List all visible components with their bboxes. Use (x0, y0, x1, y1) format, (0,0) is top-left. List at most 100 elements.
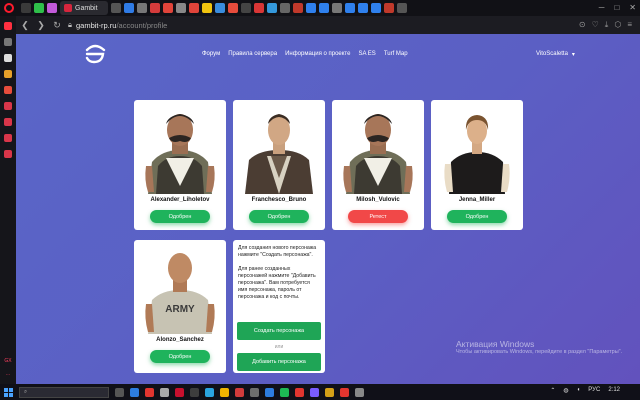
tab-favicon[interactable] (371, 3, 381, 13)
tab-favicon[interactable] (111, 3, 121, 13)
volume-icon[interactable]: ◖ (577, 387, 581, 394)
page-content: Форум Правила сервера Информация о проек… (16, 34, 640, 384)
tab-favicon[interactable] (358, 3, 368, 13)
tab-favicon[interactable] (124, 3, 134, 13)
tab-favicon[interactable] (163, 3, 173, 13)
tab-favicon[interactable] (319, 3, 329, 13)
opera-menu-icon[interactable] (4, 3, 14, 13)
tab-favicon[interactable] (306, 3, 316, 13)
extensions-icon[interactable]: ⬡ (614, 20, 621, 30)
tab-favicon[interactable] (215, 3, 225, 13)
nav-turf-map[interactable]: Turf Map (384, 51, 408, 57)
character-portrait (444, 115, 510, 194)
taskbar-app-icon[interactable] (145, 387, 154, 397)
character-portrait (343, 114, 413, 194)
tab-favicon[interactable] (280, 3, 290, 13)
status-approved-button[interactable]: Одобрен (249, 210, 309, 223)
tab-active[interactable]: Gambit (60, 1, 108, 15)
taskbar-app-icon[interactable] (130, 387, 139, 397)
taskbar-app-icon[interactable] (280, 387, 289, 397)
create-hint: Для создания нового персонажа нажмите "С… (238, 245, 317, 258)
taskbar-app-icon[interactable] (310, 387, 319, 397)
browser-tab-strip: Gambit ─ □ ✕ (0, 0, 640, 16)
nav-project-info[interactable]: Информация о проекте (285, 51, 350, 57)
tab-favicon[interactable] (150, 3, 160, 13)
site-logo-icon[interactable] (84, 44, 106, 64)
tab-favicon[interactable] (254, 3, 264, 13)
more-icon[interactable]: ··· (6, 372, 11, 378)
status-retest-button[interactable]: Ретест (348, 210, 408, 223)
tray-chevron-icon[interactable]: ⌃ (550, 387, 555, 394)
tab-favicon[interactable] (176, 3, 186, 13)
taskbar-app-icon[interactable] (190, 387, 199, 397)
snapshot-icon[interactable]: ⊙ (579, 20, 586, 30)
reload-icon[interactable]: ↻ (52, 20, 62, 31)
taskbar-app-icon[interactable] (220, 387, 229, 397)
tab-favicon[interactable] (228, 3, 238, 13)
taskbar-app-icon[interactable] (205, 387, 214, 397)
sidebar-item-icon[interactable] (4, 86, 12, 94)
sidebar-item-icon[interactable] (4, 54, 12, 62)
user-menu[interactable]: VitoScaletta ▾ (536, 51, 575, 58)
nav-server-rules[interactable]: Правила сервера (228, 51, 277, 57)
sidebar-item-icon[interactable] (4, 102, 12, 110)
taskbar-app-icon[interactable] (175, 387, 184, 397)
tab-favicon[interactable] (293, 3, 303, 13)
status-approved-button[interactable]: Одобрен (447, 210, 507, 223)
task-view-icon[interactable] (115, 387, 124, 397)
taskbar-app-icon[interactable] (250, 387, 259, 397)
tab-favicon[interactable] (47, 3, 57, 13)
back-icon[interactable]: ❮ (20, 20, 30, 31)
tab-favicon[interactable] (241, 3, 251, 13)
taskbar-app-icon[interactable] (235, 387, 244, 397)
control-panel-icon[interactable] (4, 22, 12, 30)
tab-favicon[interactable] (34, 3, 44, 13)
or-divider: или (274, 344, 284, 350)
sidebar-item-icon[interactable] (4, 70, 12, 78)
bookmark-icon[interactable]: ♡ (592, 20, 599, 30)
url-field[interactable]: 🔒︎ gambit-rp.ru/account/profile (68, 20, 573, 30)
tab-favicon[interactable] (137, 3, 147, 13)
windows-start-icon[interactable] (4, 387, 13, 397)
network-icon[interactable]: ◍ (563, 387, 568, 394)
close-icon[interactable]: ✕ (629, 3, 636, 12)
status-approved-button[interactable]: Одобрен (150, 350, 210, 363)
clock[interactable]: 2:12 (608, 387, 620, 394)
nav-forum[interactable]: Форум (202, 51, 220, 57)
downloads-icon[interactable]: ⤓ (605, 20, 609, 30)
taskbar-search[interactable]: ⌕ (19, 386, 109, 398)
minimize-icon[interactable]: ─ (599, 3, 605, 12)
status-approved-button[interactable]: Одобрен (150, 210, 210, 223)
create-character-button[interactable]: Создать персонажа (237, 322, 321, 340)
character-card: Milosh_Vulovic Ретест (332, 100, 424, 230)
taskbar-app-icon[interactable] (355, 387, 364, 397)
nav-sa-es[interactable]: SA ES (358, 51, 375, 57)
tab-favicon[interactable] (21, 3, 31, 13)
maximize-icon[interactable]: □ (614, 3, 619, 12)
taskbar-app-icon[interactable] (160, 387, 169, 397)
character-portrait (245, 114, 313, 194)
forward-icon[interactable]: ❯ (36, 20, 46, 31)
history-icon[interactable] (4, 118, 12, 126)
sidebar-item-icon[interactable] (4, 38, 12, 46)
new-tab-button[interactable] (397, 3, 407, 13)
menu-icon[interactable]: ≡ (627, 20, 632, 30)
tab-favicon[interactable] (202, 3, 212, 13)
character-name: Alexander_Liholetov (150, 197, 210, 203)
taskbar-app-icon[interactable] (325, 387, 334, 397)
watermark-title: Активация Windows (456, 339, 535, 349)
downloads-icon[interactable] (4, 134, 12, 142)
tab-favicon[interactable] (345, 3, 355, 13)
taskbar-app-icon[interactable] (265, 387, 274, 397)
tab-title: Gambit (75, 4, 98, 12)
taskbar-app-icon[interactable] (340, 387, 349, 397)
tab-favicon[interactable] (189, 3, 199, 13)
tab-favicon[interactable] (384, 3, 394, 13)
add-character-button[interactable]: Добавить персонажа (237, 353, 321, 371)
taskbar-app-icon[interactable] (295, 387, 304, 397)
input-language[interactable]: РУС (588, 387, 600, 394)
settings-icon[interactable] (4, 150, 12, 158)
tab-favicon[interactable] (267, 3, 277, 13)
url-host: gambit-rp.ru (76, 20, 117, 30)
tab-favicon[interactable] (332, 3, 342, 13)
